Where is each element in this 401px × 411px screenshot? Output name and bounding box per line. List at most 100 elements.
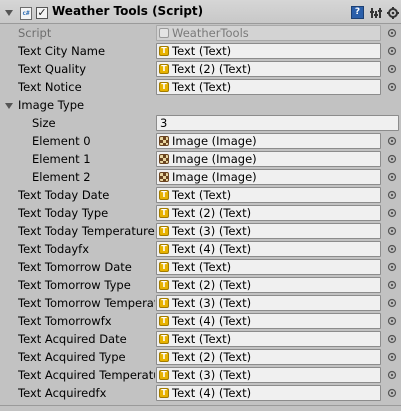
object-picker-icon[interactable] <box>387 280 397 290</box>
object-reference-field[interactable]: T Text (Text) <box>156 187 381 203</box>
object-reference-value: Text (2) (Text) <box>172 206 252 220</box>
property-row: Text Today Temperature T Text (3) (Text) <box>0 222 401 240</box>
array-row-image-type[interactable]: Image Type <box>0 96 401 114</box>
property-label: Text Acquired Date <box>18 332 127 346</box>
array-size-label: Size <box>32 116 56 130</box>
property-row: Text Today Date T Text (Text) <box>0 186 401 204</box>
object-picker-icon[interactable] <box>387 244 397 254</box>
array-element-label: Element 1 <box>32 152 91 166</box>
object-reference-field[interactable]: T Text (4) (Text) <box>156 385 381 401</box>
object-reference-value: Text (Text) <box>172 332 232 346</box>
object-picker-icon[interactable] <box>387 226 397 236</box>
component-bottom-divider <box>0 405 401 406</box>
script-file-icon <box>159 28 169 38</box>
gear-icon[interactable] <box>387 6 399 20</box>
object-picker-icon[interactable] <box>387 298 397 308</box>
object-reference-value: Text (Text) <box>172 44 232 58</box>
property-row: Text Tomorrow Type T Text (2) (Text) <box>0 276 401 294</box>
text-component-icon: T <box>159 82 169 92</box>
text-component-icon: T <box>159 370 169 380</box>
script-label: Script <box>18 26 52 40</box>
property-label: Text Tomorrow Date <box>18 260 132 274</box>
script-reference-field: WeatherTools <box>156 25 381 41</box>
property-label: Text Tomorrow Temperature <box>18 296 155 310</box>
object-reference-value: Text (Text) <box>172 80 232 94</box>
property-label: Text Today Date <box>18 188 110 202</box>
object-reference-field[interactable]: T Text (2) (Text) <box>156 349 381 365</box>
property-row: Text Acquiredfx T Text (4) (Text) <box>0 384 401 402</box>
property-label: Text Notice <box>18 80 82 94</box>
object-picker-icon[interactable] <box>387 190 397 200</box>
property-label: Text Tomorrow Type <box>18 278 131 292</box>
object-reference-field[interactable]: T Text (Text) <box>156 331 381 347</box>
component-foldout-arrow-icon[interactable] <box>5 10 13 16</box>
text-component-icon: T <box>159 226 169 236</box>
object-reference-value: Text (4) (Text) <box>172 242 252 256</box>
object-picker-icon[interactable] <box>387 316 397 326</box>
object-picker-icon[interactable] <box>387 46 397 56</box>
object-reference-field[interactable]: T Text (Text) <box>156 259 381 275</box>
object-reference-field[interactable]: Image (Image) <box>156 151 381 167</box>
object-picker-icon[interactable] <box>387 334 397 344</box>
object-reference-field[interactable]: Image (Image) <box>156 169 381 185</box>
object-reference-field[interactable]: T Text (2) (Text) <box>156 277 381 293</box>
text-component-icon: T <box>159 298 169 308</box>
property-row: Text Tomorrow Temperature T Text (3) (Te… <box>0 294 401 312</box>
object-reference-value: Text (2) (Text) <box>172 62 252 76</box>
object-picker-icon[interactable] <box>387 262 397 272</box>
property-row-text-city-name: Text City Name T Text (Text) <box>0 42 401 60</box>
object-picker-icon[interactable] <box>387 370 397 380</box>
object-reference-field[interactable]: T Text (2) (Text) <box>156 205 381 221</box>
object-reference-value: Text (3) (Text) <box>172 368 252 382</box>
text-component-icon: T <box>159 64 169 74</box>
property-label: Text Acquired Temperature <box>18 368 155 382</box>
object-reference-field[interactable]: T Text (3) (Text) <box>156 367 381 383</box>
object-reference-field[interactable]: T Text (Text) <box>156 43 381 59</box>
object-reference-field[interactable]: T Text (3) (Text) <box>156 223 381 239</box>
object-picker-icon[interactable] <box>387 172 397 182</box>
object-picker-icon[interactable] <box>387 352 397 362</box>
component-header: c# ✓ Weather Tools (Script) ? <box>0 0 401 24</box>
array-size-value: 3 <box>160 116 168 130</box>
property-row-text-notice: Text Notice T Text (Text) <box>0 78 401 96</box>
property-label: Text Acquired Type <box>18 350 126 364</box>
object-reference-field[interactable]: T Text (4) (Text) <box>156 313 381 329</box>
text-component-icon: T <box>159 280 169 290</box>
object-picker-icon[interactable] <box>387 64 397 74</box>
object-reference-value: Text (4) (Text) <box>172 386 252 400</box>
object-reference-field[interactable]: T Text (3) (Text) <box>156 295 381 311</box>
text-component-icon: T <box>159 190 169 200</box>
array-label: Image Type <box>18 98 85 112</box>
property-row: Text Tomorrow Date T Text (Text) <box>0 258 401 276</box>
object-picker-icon[interactable] <box>387 82 397 92</box>
object-picker-icon[interactable] <box>387 136 397 146</box>
text-component-icon: T <box>159 262 169 272</box>
object-reference-field[interactable]: T Text (2) (Text) <box>156 61 381 77</box>
object-reference-value: Text (2) (Text) <box>172 350 252 364</box>
property-row: Text Todayfx T Text (4) (Text) <box>0 240 401 258</box>
object-picker-icon[interactable] <box>387 388 397 398</box>
object-reference-value: Text (4) (Text) <box>172 314 252 328</box>
object-reference-field[interactable]: T Text (Text) <box>156 79 381 95</box>
object-reference-value: Image (Image) <box>172 170 257 184</box>
object-reference-value: Text (2) (Text) <box>172 278 252 292</box>
object-reference-value: Text (Text) <box>172 188 232 202</box>
property-row: Text Today Type T Text (2) (Text) <box>0 204 401 222</box>
script-row: Script WeatherTools <box>0 24 401 42</box>
component-title: Weather Tools (Script) <box>52 4 204 18</box>
array-size-row: Size 3 <box>0 114 401 132</box>
component-enabled-checkbox[interactable]: ✓ <box>36 7 48 19</box>
property-label: Text Quality <box>18 62 87 76</box>
object-reference-field[interactable]: Image (Image) <box>156 133 381 149</box>
preset-settings-icon[interactable] <box>370 6 382 20</box>
array-element-row: Element 1 Image (Image) <box>0 150 401 168</box>
object-picker-icon[interactable] <box>387 208 397 218</box>
object-reference-field[interactable]: T Text (4) (Text) <box>156 241 381 257</box>
property-label: Text Acquiredfx <box>18 386 107 400</box>
property-row: Text Acquired Temperature T Text (3) (Te… <box>0 366 401 384</box>
array-size-input[interactable]: 3 <box>156 115 399 131</box>
help-icon[interactable]: ? <box>351 6 364 19</box>
object-picker-icon <box>387 28 397 38</box>
array-foldout-arrow-icon[interactable] <box>5 103 13 109</box>
object-picker-icon[interactable] <box>387 154 397 164</box>
